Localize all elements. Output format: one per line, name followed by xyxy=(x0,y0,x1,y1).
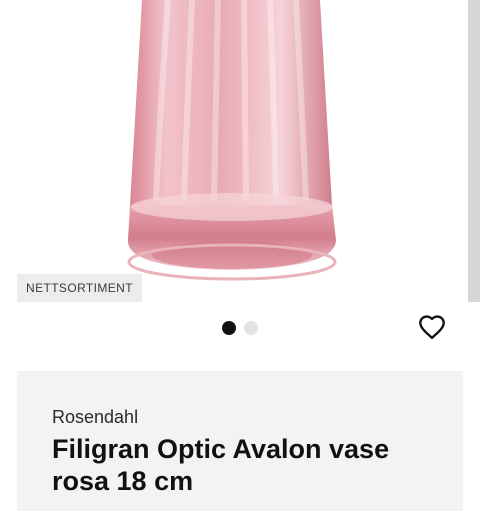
product-image-gallery[interactable]: NETTSORTIMENT xyxy=(0,0,480,305)
product-brand[interactable]: Rosendahl xyxy=(52,407,138,428)
product-title: Filigran Optic Avalon vase rosa 18 cm xyxy=(52,434,390,496)
carousel-pagination[interactable] xyxy=(222,321,258,335)
carousel-dot[interactable] xyxy=(244,321,258,335)
assortment-badge: NETTSORTIMENT xyxy=(17,274,142,302)
carousel-dot-active[interactable] xyxy=(222,321,236,335)
next-slide-preview[interactable] xyxy=(468,0,480,302)
product-info-card: Rosendahl Filigran Optic Avalon vase ros… xyxy=(17,371,463,511)
heart-icon[interactable] xyxy=(418,314,446,342)
product-image xyxy=(127,0,337,281)
